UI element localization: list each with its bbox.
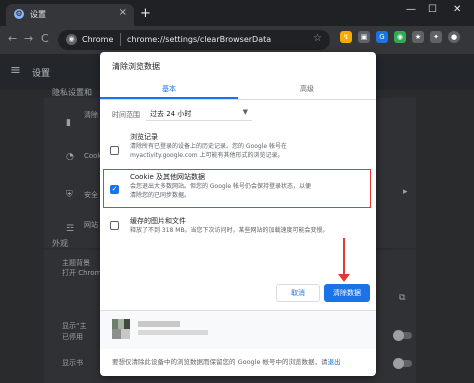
- extension-1-icon[interactable]: ↯: [340, 31, 352, 43]
- close-window-button[interactable]: ✕: [453, 4, 461, 15]
- account-info: [100, 311, 376, 349]
- time-range-select[interactable]: 过去 24 小时 ▼: [146, 105, 252, 121]
- dialog-title: 清除浏览数据: [112, 62, 160, 71]
- chrome-icon[interactable]: ◉: [66, 34, 77, 45]
- cache-desc: 释放了不到 318 MB。当您下次访问时，某些网站的加载速度可能会变慢。: [130, 227, 329, 234]
- active-tab-indicator: [100, 97, 238, 99]
- cookies-desc-line1: 会您退出大多数网站。但您的 Google 帐号仍会保持登录状态，以便: [130, 183, 311, 190]
- show-home-label: 显示“主: [62, 322, 87, 330]
- external-link-icon[interactable]: ⧉: [399, 293, 405, 303]
- history-desc-line1: 清除所有已登录的设备上的历史记录。您的 Google 帐号在: [130, 143, 287, 150]
- shield-icon: ⛨: [66, 190, 73, 200]
- chevron-right-icon: ▸: [403, 187, 408, 197]
- show-home-sub: 已停用: [62, 333, 83, 341]
- extension-6-icon[interactable]: ✦: [430, 31, 442, 43]
- show-bookmarks-toggle[interactable]: [393, 358, 412, 369]
- back-icon[interactable]: ←: [8, 32, 17, 45]
- extension-4-icon[interactable]: ◉: [394, 31, 406, 43]
- time-range-value: 过去 24 小时: [150, 110, 192, 118]
- trash-icon: ▮: [66, 118, 71, 128]
- history-desc-line2: myactivity.google.com 上可能有其他形式的浏览记录。: [130, 152, 284, 159]
- clear-data-button[interactable]: 清除数据: [324, 284, 370, 302]
- profile-avatar-icon[interactable]: ●: [448, 31, 460, 43]
- extension-2-icon[interactable]: ▣: [358, 31, 370, 43]
- cookies-checkbox[interactable]: ✓: [110, 185, 119, 194]
- privacy-row-sites[interactable]: 网站: [84, 220, 98, 230]
- site-settings-icon: ☲: [66, 224, 75, 234]
- sign-out-link[interactable]: 退出: [328, 358, 341, 366]
- footer-text: 要想仅清除此设备中的浏览数据而保留您的 Google 帐号中的浏览数据，请: [112, 358, 328, 366]
- tab-title: 设置: [30, 10, 46, 19]
- account-email-redacted: [138, 330, 208, 335]
- cancel-button[interactable]: 取消: [276, 284, 320, 302]
- privacy-row-cookie[interactable]: Cook: [84, 152, 102, 160]
- new-tab-button[interactable]: +: [140, 6, 151, 21]
- history-checkbox[interactable]: [110, 146, 119, 155]
- cookies-desc-line2: 清除您的已同步数据。: [130, 192, 191, 199]
- forward-icon[interactable]: →: [24, 32, 33, 45]
- address-origin: Chrome: [82, 35, 114, 44]
- settings-title: 设置: [32, 69, 51, 79]
- cookies-title: Cookie 及其他网站数据: [130, 173, 205, 181]
- minimize-button[interactable]: —: [406, 4, 416, 15]
- address-bar[interactable]: ◉ Chrome chrome://settings/clearBrowserD…: [58, 30, 330, 50]
- history-title: 浏览记录: [130, 133, 158, 141]
- account-avatar: [112, 319, 130, 339]
- dialog-footer: 要想仅清除此设备中的浏览数据而保留您的 Google 帐号中的浏览数据，请退出: [112, 356, 341, 366]
- menu-icon[interactable]: ≡: [10, 63, 21, 78]
- dropdown-caret-icon: ▼: [242, 108, 248, 116]
- reload-icon[interactable]: C: [41, 32, 49, 45]
- appearance-heading: 外观: [52, 239, 68, 248]
- settings-favicon-icon: ⚙: [14, 9, 24, 19]
- privacy-row-clear[interactable]: 清除: [84, 110, 98, 120]
- show-bookmarks-label: 显示书: [62, 359, 83, 367]
- dialog-tabs: 基本 高级: [100, 78, 376, 100]
- time-range-label: 时间范围: [112, 111, 140, 119]
- annotation-arrow-shaft: [343, 238, 345, 278]
- browser-tab-settings[interactable]: ⚙ 设置 ×: [6, 4, 134, 26]
- cache-title: 缓存的图片和文件: [130, 217, 186, 225]
- address-separator: [120, 33, 121, 46]
- show-home-toggle[interactable]: [393, 330, 412, 341]
- extension-5-icon[interactable]: ★: [412, 31, 424, 43]
- privacy-row-security[interactable]: 安全: [84, 190, 98, 200]
- annotation-arrow-head: [338, 274, 350, 282]
- extension-3-icon[interactable]: G: [376, 31, 388, 43]
- theme-title: 主题背景: [62, 259, 90, 267]
- tab-close-icon[interactable]: ×: [119, 7, 127, 18]
- maximize-button[interactable]: ☐: [428, 4, 437, 15]
- privacy-heading: 隐私设置和: [52, 88, 92, 97]
- tab-strip: ⚙ 设置 × + — ☐ ✕: [0, 0, 474, 26]
- cache-checkbox[interactable]: [110, 221, 119, 230]
- bookmark-star-icon[interactable]: ☆: [313, 33, 322, 44]
- address-url[interactable]: chrome://settings/clearBrowserData: [127, 35, 271, 44]
- clear-browsing-data-dialog: 清除浏览数据 基本 高级 时间范围 过去 24 小时 ▼ 浏览记录 清除所有已登…: [100, 52, 376, 376]
- tab-basic[interactable]: 基本: [100, 84, 238, 94]
- cookie-icon: ◔: [66, 152, 74, 162]
- tab-advanced[interactable]: 高级: [238, 84, 376, 94]
- account-name-redacted: [138, 321, 180, 327]
- browser-toolbar: ← → C ◉ Chrome chrome://settings/clearBr…: [0, 26, 474, 54]
